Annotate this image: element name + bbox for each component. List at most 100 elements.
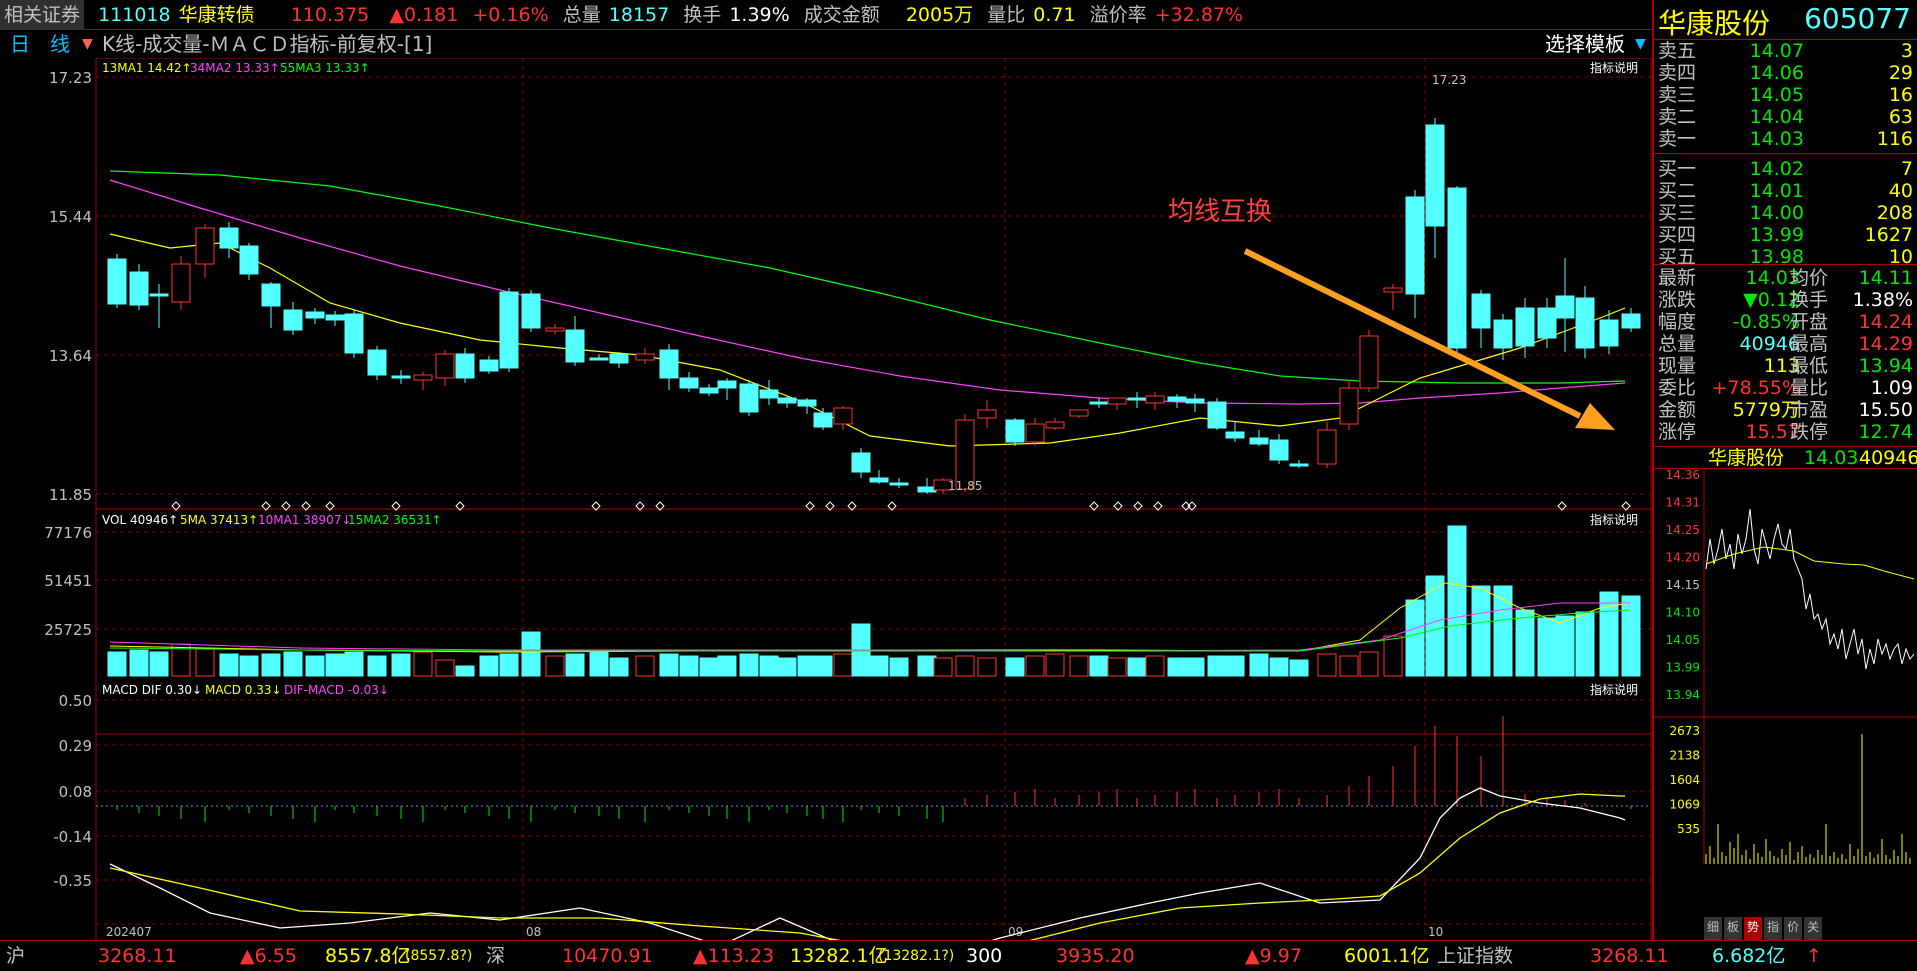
sell-level-row[interactable]: 卖四 14.06 29 <box>1654 62 1917 84</box>
tab-index[interactable]: 指 <box>1764 917 1783 941</box>
quote-stat-value: 1.09 <box>1870 377 1913 399</box>
mini-chart[interactable]: 华康股份 14.03 40946 14.36 14.31 14.25 14.20 14.… <box>1654 446 1917 941</box>
buy-level-row[interactable]: 买四 13.99 1627 <box>1654 224 1917 246</box>
tab-trend[interactable]: 势 <box>1744 917 1763 941</box>
volume-bar <box>833 653 853 677</box>
bond-code[interactable]: 111018 <box>98 0 171 30</box>
volume-explain-button[interactable]: 指标说明 <box>1590 512 1638 527</box>
candle-body <box>699 387 719 394</box>
stock-name[interactable]: 华康股份 <box>1658 2 1770 42</box>
chevron-down-icon[interactable]: ▼ <box>82 30 93 58</box>
macd-dea-line <box>109 793 1625 959</box>
quote-stat-label: 现量 <box>1658 355 1697 377</box>
volume-bar <box>499 653 519 677</box>
macd-tick: -0.35 <box>53 872 92 890</box>
template-dropdown-icon[interactable]: ▼ <box>1635 30 1646 58</box>
tab-board[interactable]: 板 <box>1724 917 1743 941</box>
bond-name[interactable]: 华康转债 <box>179 0 255 30</box>
volume-bar <box>699 657 719 677</box>
volume-bar <box>545 655 565 677</box>
candle-body <box>889 482 909 486</box>
mini-volume-tick: 2673 <box>1669 724 1700 738</box>
premium-rate: +32.87% <box>1154 4 1244 26</box>
candle-body <box>851 452 871 473</box>
price-tick: 17.23 <box>49 69 92 87</box>
kline-chart-area[interactable]: 17.23 15.44 13.64 11.85 77176 51451 2572… <box>0 57 1652 971</box>
sz-label[interactable]: 深 <box>486 941 505 971</box>
volume-bar <box>1383 635 1403 677</box>
stock-code[interactable]: 605077 <box>1804 2 1911 35</box>
sell-level-row[interactable]: 卖一 14.03 116 <box>1654 128 1917 150</box>
period-selector[interactable]: 日 线 <box>10 30 70 58</box>
x-label: 202407 <box>106 925 152 939</box>
mini-volume-tick: 2138 <box>1669 749 1700 763</box>
candlestick-series <box>107 118 1641 511</box>
buy-level-price: 14.01 <box>1749 180 1804 202</box>
related-securities-tab[interactable]: 相关证券 <box>0 0 85 30</box>
quote-stat-value: -0.85% <box>1732 311 1800 333</box>
price-explain-button[interactable]: 指标说明 <box>1590 60 1638 75</box>
quote-stat-value: 14.03 <box>1745 267 1800 289</box>
volume-bar <box>195 647 215 677</box>
amount: 2005万 <box>905 4 974 26</box>
sell-level-volume: 3 <box>1900 40 1913 62</box>
vol-ma10-legend: 10MA1 38907↓ <box>258 513 352 527</box>
index-name[interactable]: 上证指数 <box>1437 941 1513 971</box>
bond-price: 110.375 <box>290 4 370 26</box>
buy-level-row[interactable]: 买二 14.01 40 <box>1654 180 1917 202</box>
volume-bar <box>435 659 455 677</box>
sell-level-price: 14.06 <box>1749 62 1804 84</box>
candle-body <box>1145 395 1165 404</box>
sell-level-label: 卖五 <box>1658 40 1697 62</box>
template-select-button[interactable]: 选择模板 <box>1545 30 1625 58</box>
bond-change: ▲0.181 <box>389 4 459 26</box>
tab-detail[interactable]: 细 <box>1704 917 1723 941</box>
quote-topbar: 相关证券 111018 华康转债 110.375 ▲0.181 +0.16% 总… <box>0 0 1652 30</box>
candle-body <box>1289 463 1309 467</box>
macd-tick: 0.50 <box>59 692 92 710</box>
volume-bar <box>659 653 679 677</box>
quote-stat-label: 总量 <box>1658 333 1697 355</box>
tab-related[interactable]: 关 <box>1804 917 1823 941</box>
order-book: 卖五 14.07 3 卖四 14.06 29 卖三 14.05 16 卖二 14.04 63 卖一 14.… <box>1654 40 1917 268</box>
quote-stat-label: 最高 <box>1790 333 1829 355</box>
volume-bar <box>679 655 699 677</box>
candle-body <box>1425 124 1445 227</box>
bond-pct: +0.16% <box>472 4 549 26</box>
candle-body <box>1339 387 1359 425</box>
quote-stat-label: 幅度 <box>1658 311 1697 333</box>
sell-level-row[interactable]: 卖三 14.05 16 <box>1654 84 1917 106</box>
quote-stat-label: 委比 <box>1658 377 1697 399</box>
volume-bar <box>635 655 655 677</box>
volume-bar-series <box>107 525 1641 677</box>
macd-explain-button[interactable]: 指标说明 <box>1590 682 1638 697</box>
stock-header: 华康股份 605077 <box>1654 0 1917 40</box>
sh-label[interactable]: 沪 <box>6 941 25 971</box>
quote-stat-value: 14.11 <box>1858 267 1913 289</box>
sell-level-row[interactable]: 卖五 14.07 3 <box>1654 40 1917 62</box>
ma3-line <box>109 170 1626 384</box>
sh-amount-detail: (8557.8?) <box>405 948 473 964</box>
quote-stat-row: 现量 113 最低 13.94 <box>1654 355 1917 377</box>
candle-body <box>1383 287 1403 293</box>
tab-price[interactable]: 价 <box>1784 917 1803 941</box>
candle-body <box>545 327 565 332</box>
sell-level-volume: 116 <box>1876 128 1913 150</box>
mini-volume: 40946 <box>1859 447 1917 469</box>
sell-level-row[interactable]: 卖二 14.04 63 <box>1654 106 1917 128</box>
total-volume-label: 总量 <box>562 4 601 26</box>
candle-body <box>1269 439 1289 461</box>
candle-body <box>261 283 281 307</box>
cy-amount: 6001.1亿 <box>1344 945 1430 967</box>
quote-stat-label: 市盈 <box>1790 399 1829 421</box>
volume-bar <box>589 649 609 677</box>
buy-level-row[interactable]: 买三 14.00 208 <box>1654 202 1917 224</box>
volume-tick: 25725 <box>44 621 92 639</box>
volume-bar <box>413 651 433 677</box>
kline-chart-svg[interactable]: 17.23 15.44 13.64 11.85 77176 51451 2572… <box>0 57 1652 971</box>
candle-body <box>1359 335 1379 389</box>
candle-body <box>391 375 411 379</box>
buy-level-row[interactable]: 买一 14.02 7 <box>1654 158 1917 180</box>
cy-label[interactable]: 300 <box>966 941 1002 971</box>
candle-body <box>1069 409 1089 417</box>
